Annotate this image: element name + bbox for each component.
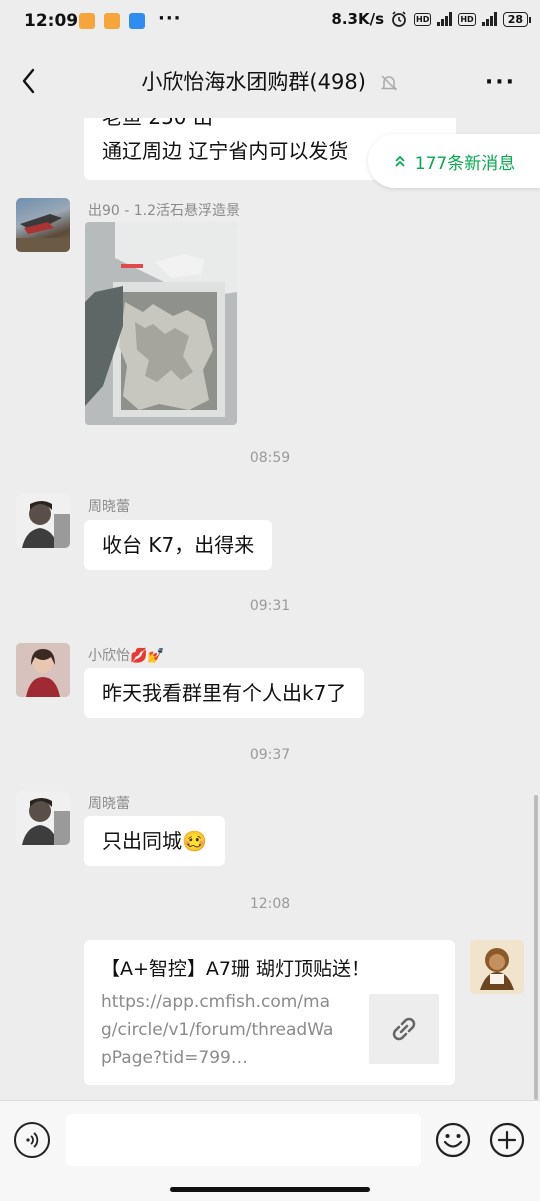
status-time: 12:09: [24, 11, 79, 31]
more-icon: ···: [484, 70, 516, 95]
plus-icon: [489, 1122, 525, 1158]
status-bar: 12:09 ··· 8.3K/s HD HD 28: [0, 0, 540, 44]
timestamp: 08:59: [249, 450, 291, 466]
voice-button[interactable]: [14, 1122, 50, 1158]
link-icon: [392, 1017, 416, 1041]
timestamp: 12:08: [249, 896, 291, 912]
message-input[interactable]: [66, 1114, 421, 1166]
signal-4g-icon: [437, 12, 453, 26]
message-text: 老鱼 250 出: [102, 118, 213, 132]
voice-icon: [26, 1132, 39, 1148]
avatar-image: [16, 643, 70, 697]
message-caption: 出90 - 1.2活石悬浮造景: [88, 203, 241, 219]
timestamp: 09:37: [249, 747, 291, 763]
link-card-url: https://app.cmfish.com/mag/circle/v1/for…: [101, 992, 334, 1068]
sender-name: 周晓蕾: [88, 499, 130, 515]
input-bar: [0, 1100, 540, 1201]
alarm-icon: [392, 11, 406, 27]
app-notification-icon: [79, 13, 95, 29]
avatar-image: [16, 494, 70, 548]
link-card-message[interactable]: 【A+智控】A7珊 瑚灯顶贴送！ https://app.cmfish.com/…: [84, 940, 455, 1085]
timestamp: 09:31: [249, 598, 291, 614]
signal-5g-icon: [481, 12, 497, 26]
new-messages-button[interactable]: 177条新消息: [368, 134, 540, 188]
group-name: 小欣怡海水团购群(498): [141, 70, 366, 94]
hd-icon: HD: [414, 12, 432, 26]
sender-name: 周晓蕾: [88, 796, 130, 812]
photo-live-rock: [85, 222, 237, 425]
app-notification-icon: [129, 13, 145, 29]
more-functions-button[interactable]: [489, 1122, 525, 1158]
avatar-image: [16, 214, 70, 252]
title-bar: 小欣怡海水团购群(498) ···: [0, 44, 540, 118]
chat-title: 小欣怡海水团购群(498): [0, 66, 540, 96]
avatar[interactable]: [16, 198, 70, 252]
message-text: 通辽周边 辽宁省内可以发货: [102, 139, 349, 163]
message-bubble[interactable]: 昨天我看群里有个人出k7了: [84, 668, 365, 718]
message-bubble[interactable]: 收台 K7，出得来: [84, 520, 273, 570]
avatar[interactable]: [16, 643, 70, 697]
avatar[interactable]: [16, 494, 70, 548]
emoji-icon: [435, 1122, 471, 1158]
battery-icon: 28: [502, 11, 532, 27]
avatar-image: [16, 791, 70, 845]
sender-name: 小欣怡💋💅: [88, 648, 165, 664]
double-chevron-up-icon: [395, 155, 405, 167]
chat-area[interactable]: 老鱼 250 出 通辽周边 辽宁省内可以发货 177条新消息 出90 - 1.2…: [0, 118, 540, 1100]
status-right: 8.3K/s HD HD 28: [331, 10, 532, 28]
avatar[interactable]: [16, 791, 70, 845]
message-text: 只出同城🥴: [102, 829, 207, 853]
scrollbar[interactable]: [534, 795, 538, 1100]
message-text: 收台 K7，出得来: [102, 533, 255, 557]
my-avatar[interactable]: [470, 940, 524, 994]
home-indicator[interactable]: [170, 1187, 370, 1192]
new-messages-label: 177条新消息: [414, 153, 516, 174]
link-card-title: 【A+智控】A7珊 瑚灯顶贴送！: [101, 958, 371, 980]
more-notifications-icon: ···: [158, 8, 182, 29]
more-button[interactable]: ···: [485, 70, 516, 95]
network-speed: 8.3K/s: [331, 10, 384, 28]
link-thumbnail: [369, 994, 439, 1064]
avatar-image: [470, 940, 524, 994]
message-bubble[interactable]: 只出同城🥴: [84, 816, 225, 866]
emoji-button[interactable]: [435, 1122, 471, 1158]
image-message[interactable]: [85, 222, 237, 425]
hd-icon: HD: [458, 12, 476, 26]
message-text: 昨天我看群里有个人出k7了: [102, 681, 347, 705]
app-notification-icon: [104, 13, 120, 29]
mute-bell-icon: [380, 75, 397, 91]
